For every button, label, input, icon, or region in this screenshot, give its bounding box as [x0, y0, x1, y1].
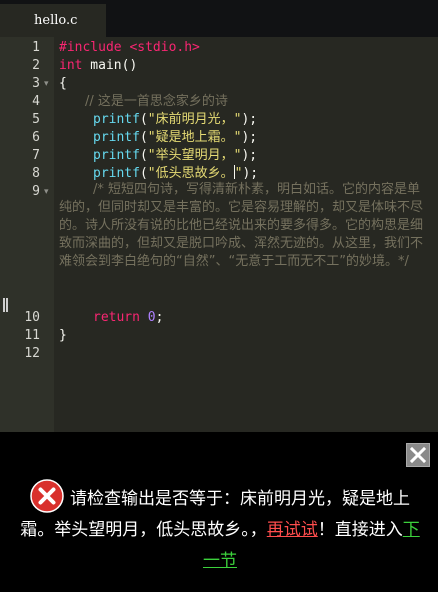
- close-button[interactable]: [406, 443, 430, 467]
- fold-arrow-icon[interactable]: ▾: [44, 183, 49, 201]
- retry-link[interactable]: 再试试: [267, 520, 318, 540]
- number-literal: 0: [147, 310, 156, 325]
- fold-arrow-icon[interactable]: ▾: [44, 75, 49, 93]
- feedback-panel: 请检查输出是否等于：床前明月光，疑是地上霜。举头望明月，低头思故乡。，再试试！直…: [0, 432, 438, 592]
- line-number: 8: [32, 166, 40, 181]
- line-number: 4: [32, 94, 40, 109]
- string-literal: "举头望明月，": [147, 148, 242, 163]
- string-literal: "低头思故乡。: [147, 166, 234, 181]
- type-keyword: int: [59, 58, 83, 73]
- printf-call: printf: [93, 148, 140, 163]
- code-line: }: [59, 327, 67, 345]
- string-literal: "床前明月光，": [147, 112, 242, 127]
- code-line: // 这是一首思念家乡的诗: [59, 93, 228, 111]
- line-comment: // 这是一首思念家乡的诗: [85, 94, 228, 109]
- code-line: return 0;: [93, 310, 164, 325]
- result-message: 请检查输出是否等于：床前明月光，疑是地上霜。举头望明月，低头思故乡。，再试试！直…: [16, 479, 424, 577]
- code-line: printf("床前明月光，");: [93, 112, 258, 127]
- string-literal: "疑是地上霜。": [147, 130, 242, 145]
- tab-hello-c[interactable]: hello.c: [0, 4, 106, 37]
- block-comment: /* 短短四句诗，写得清新朴素，明白如话。它的内容是单纯的，但同时却又是丰富的。…: [59, 182, 424, 269]
- return-keyword: return: [93, 310, 140, 325]
- line-number: 9: [32, 184, 40, 199]
- printf-call: printf: [93, 130, 140, 145]
- line-number: 7: [32, 148, 40, 163]
- close-icon: [409, 446, 427, 464]
- code-line: #include <stdio.h>: [59, 39, 200, 57]
- line-number: 2: [32, 58, 40, 73]
- line-number: 12: [24, 346, 40, 361]
- code-line: printf("举头望明月，");: [93, 148, 258, 163]
- line-number-gutter: 1 2 3 ▾ 4 5 6 7 8 9 ▾ 10 11 12: [0, 37, 54, 432]
- tab-bar: hello.c: [0, 0, 438, 37]
- close-brace: }: [59, 328, 67, 343]
- middle-text: ！直接进入: [317, 520, 403, 540]
- resize-handle-icon[interactable]: [3, 298, 8, 312]
- code-editor[interactable]: 1 2 3 ▾ 4 5 6 7 8 9 ▾ 10 11 12 #include …: [0, 37, 438, 432]
- line-number: 5: [32, 112, 40, 127]
- code-line: {: [59, 75, 67, 93]
- code-line: int main(): [59, 57, 137, 75]
- line-number: 11: [24, 328, 40, 343]
- line-number: 3: [32, 76, 40, 91]
- error-icon: [30, 479, 64, 513]
- code-line: printf("疑是地上霜。");: [93, 130, 258, 145]
- printf-call: printf: [93, 166, 140, 181]
- function-signature: main(): [82, 58, 138, 73]
- printf-call: printf: [93, 112, 140, 127]
- open-brace: {: [59, 76, 67, 91]
- line-number: 6: [32, 130, 40, 145]
- include-directive: #include <stdio.h>: [59, 40, 200, 55]
- line-number: 1: [32, 40, 40, 55]
